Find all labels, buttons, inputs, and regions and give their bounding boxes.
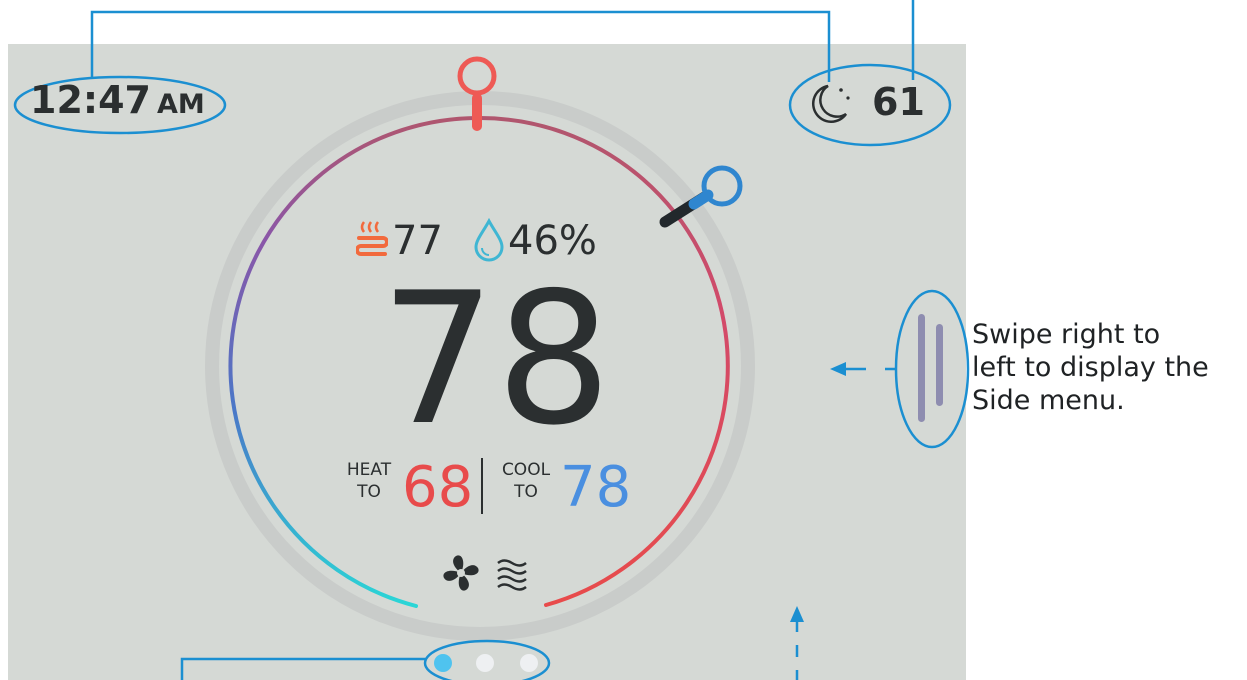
side-menu-hint: Swipe right to left to display the Side … (972, 318, 1209, 417)
heat-label-bottom: TO (357, 482, 381, 502)
hint-line-2: left to display the (972, 352, 1209, 383)
cool-label-top: COOL (501, 460, 551, 480)
callout-oval-handle (894, 289, 970, 449)
cool-label-bottom: TO (514, 482, 538, 502)
callout-line-pages (180, 657, 427, 680)
page-dot-3[interactable] (520, 654, 538, 672)
hint-line-1: Swipe right to (972, 319, 1161, 350)
clock-ampm: AM (156, 89, 205, 120)
heat-setpoint[interactable]: 68 (402, 460, 473, 516)
moon-icon (811, 84, 850, 123)
heat-label-top: HEAT (346, 460, 392, 480)
airflow-icon[interactable] (494, 556, 530, 592)
arrow-left-icon (830, 362, 846, 376)
setpoint-divider (481, 458, 483, 514)
page-dot-2[interactable] (476, 654, 494, 672)
fan-icon[interactable] (440, 552, 482, 594)
cool-setpoint[interactable]: 78 (560, 460, 631, 516)
outdoor-temperature: 61 (872, 80, 925, 124)
page-dot-1[interactable] (434, 654, 452, 672)
clock: 12:47 AM (30, 78, 205, 122)
heat-to-label: HEAT TO (336, 459, 402, 503)
hint-line-3: Side menu. (972, 385, 1125, 416)
arrow-up-icon (790, 606, 804, 622)
cool-to-label: COOL TO (494, 459, 558, 503)
current-temperature: 78 (380, 253, 612, 465)
clock-time: 12:47 (30, 78, 151, 122)
